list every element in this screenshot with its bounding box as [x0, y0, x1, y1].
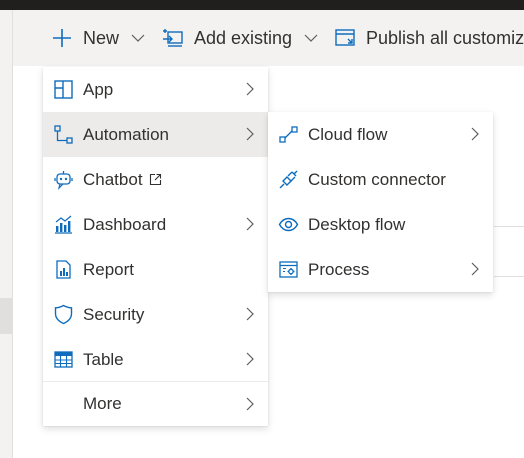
submenu-item-cloud-flow[interactable]: Cloud flow: [268, 112, 493, 157]
chevron-right-icon: [246, 127, 254, 141]
menu-item-table[interactable]: Table: [43, 337, 268, 382]
connector-icon: [279, 170, 298, 189]
cloud-flow-icon: [279, 126, 298, 143]
chevron-right-icon: [471, 127, 479, 141]
menu-item-app[interactable]: App: [43, 67, 268, 112]
menu-item-label: More: [83, 394, 122, 413]
left-navigation-pane: [0, 10, 13, 458]
chevron-right-icon: [246, 352, 254, 366]
submenu-item-custom-connector[interactable]: Custom connector: [268, 157, 493, 202]
eye-icon: [278, 217, 299, 232]
content-divider: [494, 226, 524, 227]
chatbot-icon: [54, 171, 73, 190]
submenu-item-process[interactable]: Process: [268, 247, 493, 292]
plus-icon: [53, 29, 71, 47]
menu-item-label: App: [83, 80, 114, 99]
menu-item-report[interactable]: Report: [43, 247, 268, 292]
chevron-down-icon: [304, 34, 318, 42]
command-bar: New Add existing Publish all customiza: [13, 10, 524, 66]
menu-item-label: Chatbot: [83, 170, 143, 189]
menu-item-security[interactable]: Security: [43, 292, 268, 337]
left-nav-selected-item[interactable]: [0, 298, 12, 334]
new-button[interactable]: New: [51, 20, 145, 56]
menu-item-label: Security: [83, 305, 145, 324]
chevron-down-icon: [131, 34, 145, 42]
chevron-right-icon: [246, 82, 254, 96]
chevron-right-icon: [246, 217, 254, 231]
new-menu: App Automation Chatbot Dashboard Report …: [43, 67, 268, 426]
publish-all-button[interactable]: Publish all customiza: [334, 20, 524, 56]
automation-icon: [54, 125, 73, 144]
submenu-item-label: Cloud flow: [308, 125, 388, 144]
submenu-item-desktop-flow[interactable]: Desktop flow: [268, 202, 493, 247]
submenu-item-label: Custom connector: [308, 170, 446, 189]
new-button-label: New: [83, 27, 120, 48]
submenu-item-label: Desktop flow: [308, 215, 406, 234]
process-icon: [279, 261, 298, 278]
automation-submenu: Cloud flow Custom connector Desktop flow…: [268, 112, 493, 292]
add-existing-label: Add existing: [194, 27, 293, 48]
chevron-right-icon: [246, 307, 254, 321]
menu-item-label: Automation: [83, 125, 169, 144]
menu-item-label: Dashboard: [83, 215, 167, 234]
report-icon: [56, 260, 71, 279]
menu-item-chatbot[interactable]: Chatbot: [43, 157, 268, 202]
chevron-right-icon: [471, 262, 479, 276]
menu-item-more[interactable]: More: [43, 382, 268, 426]
add-existing-icon: [163, 29, 183, 47]
submenu-item-label: Process: [308, 260, 370, 279]
open-external-icon: [149, 173, 161, 185]
menu-item-dashboard[interactable]: Dashboard: [43, 202, 268, 247]
dashboard-icon: [55, 215, 72, 234]
publish-icon: [335, 29, 355, 46]
shield-icon: [54, 304, 73, 325]
chevron-right-icon: [246, 397, 254, 411]
content-divider: [494, 276, 524, 277]
menu-item-label: Table: [83, 350, 124, 369]
publish-all-label: Publish all customiza: [366, 27, 524, 48]
add-existing-button[interactable]: Add existing: [162, 20, 318, 56]
top-bar: [0, 0, 524, 10]
menu-item-automation[interactable]: Automation: [43, 112, 268, 157]
menu-item-label: Report: [83, 260, 135, 279]
table-icon: [54, 351, 73, 368]
app-icon: [54, 80, 73, 99]
